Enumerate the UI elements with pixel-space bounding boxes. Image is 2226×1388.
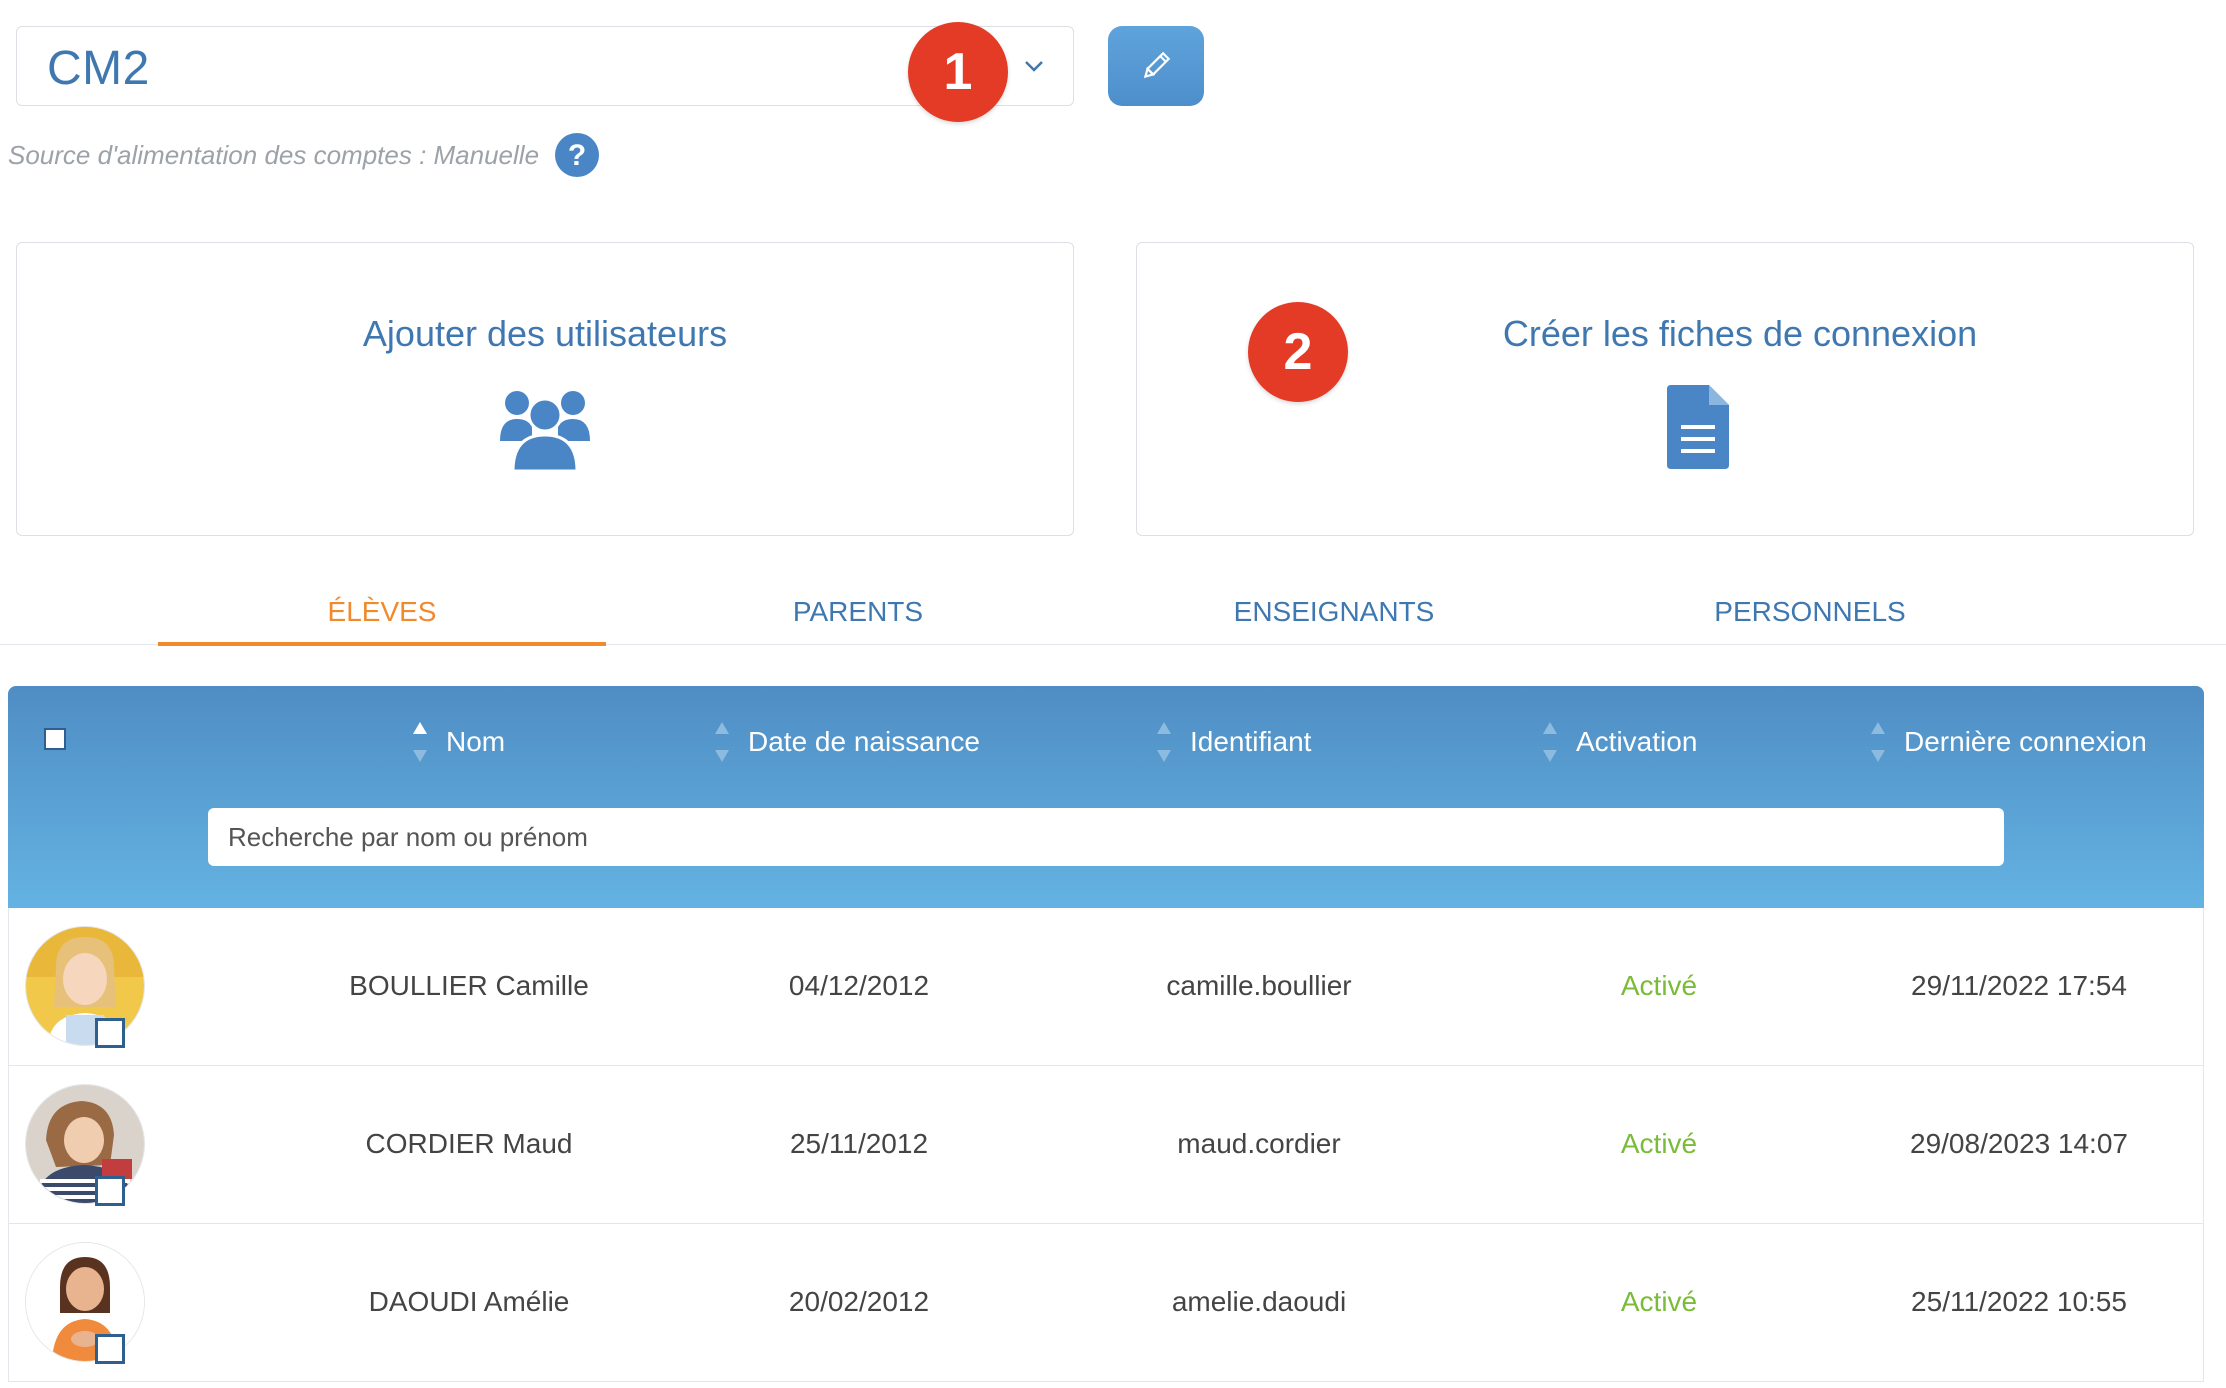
avatar — [25, 926, 145, 1046]
edit-button[interactable] — [1108, 26, 1204, 106]
cell-birthdate: 04/12/2012 — [788, 970, 930, 1001]
tab-eleves[interactable]: ÉLÈVES — [158, 596, 606, 646]
sort-icon — [1157, 722, 1171, 762]
cell-name: BOULLIER Camille — [349, 970, 589, 1001]
document-icon — [1667, 385, 1729, 469]
login-sheets-title: Créer les fiches de connexion — [1502, 313, 1978, 354]
column-label: Activation — [1576, 726, 1698, 757]
callout-marker-2: 2 — [1248, 302, 1348, 402]
sort-icon — [1871, 722, 1885, 762]
user-type-tabs: ÉLÈVES PARENTS ENSEIGNANTS PERSONNELS — [0, 580, 2226, 646]
sort-icon — [413, 722, 427, 762]
cell-last-login: 29/11/2022 17:54 — [1911, 970, 2127, 1001]
column-header-identifiant[interactable]: Identifiant — [1156, 720, 1311, 764]
column-label: Identifiant — [1190, 726, 1312, 757]
cell-activation: Activé — [1620, 970, 1698, 1001]
table-row[interactable]: BOULLIER Camille 04/12/2012 camille.boul… — [8, 908, 2204, 1066]
pencil-icon — [1143, 51, 1171, 79]
add-users-card[interactable]: Ajouter des utilisateurs — [16, 242, 1074, 536]
search-input[interactable] — [208, 808, 2004, 866]
sort-icon — [1543, 722, 1557, 762]
column-label: Dernière connexion — [1904, 726, 2147, 757]
cell-name: DAOUDI Amélie — [368, 1286, 570, 1317]
users-group-icon — [500, 391, 590, 471]
column-header-activation[interactable]: Activation — [1542, 720, 1697, 764]
table-row[interactable]: CORDIER Maud 25/11/2012 maud.cordier Act… — [8, 1066, 2204, 1224]
tab-enseignants[interactable]: ENSEIGNANTS — [1110, 596, 1558, 642]
cell-name: CORDIER Maud — [365, 1128, 573, 1159]
cell-last-login: 25/11/2022 10:55 — [1911, 1286, 2127, 1317]
class-selector-value: CM2 — [47, 42, 150, 95]
avatar — [25, 1084, 145, 1204]
cell-birthdate: 20/02/2012 — [788, 1286, 930, 1317]
cell-last-login: 29/08/2023 14:07 — [1910, 1128, 2128, 1159]
account-source-text: Source d'alimentation des comptes : Manu… — [8, 140, 540, 170]
row-checkbox[interactable] — [95, 1334, 125, 1364]
row-checkbox[interactable] — [95, 1018, 125, 1048]
tab-parents[interactable]: PARENTS — [634, 596, 1082, 642]
chevron-down-icon — [1025, 61, 1043, 72]
column-label: Date de naissance — [748, 726, 980, 757]
cell-birthdate: 25/11/2012 — [789, 1128, 929, 1159]
column-label: Nom — [446, 726, 506, 757]
column-header-nom[interactable]: Nom — [412, 720, 505, 764]
tab-personnels[interactable]: PERSONNELS — [1586, 596, 2034, 642]
select-all-checkbox[interactable] — [44, 728, 66, 750]
svg-text:?: ? — [568, 139, 586, 172]
row-checkbox[interactable] — [95, 1176, 125, 1206]
sort-icon — [715, 722, 729, 762]
avatar — [25, 1242, 145, 1362]
cell-login: maud.cordier — [1177, 1128, 1341, 1159]
cell-login: camille.boullier — [1166, 970, 1352, 1001]
column-header-derniere-connexion[interactable]: Dernière connexion — [1870, 720, 2147, 764]
table-header: Nom Date de naissance Identifiant Activa… — [8, 686, 2204, 908]
table-row[interactable]: DAOUDI Amélie 20/02/2012 amelie.daoudi A… — [8, 1224, 2204, 1382]
cell-activation: Activé — [1620, 1128, 1698, 1159]
help-icon[interactable]: ? — [554, 132, 600, 178]
cell-activation: Activé — [1620, 1286, 1698, 1317]
column-header-date-de-naissance[interactable]: Date de naissance — [714, 720, 980, 764]
add-users-title: Ajouter des utilisateurs — [362, 313, 728, 354]
cell-login: amelie.daoudi — [1171, 1286, 1347, 1317]
callout-marker-1: 1 — [908, 22, 1008, 122]
